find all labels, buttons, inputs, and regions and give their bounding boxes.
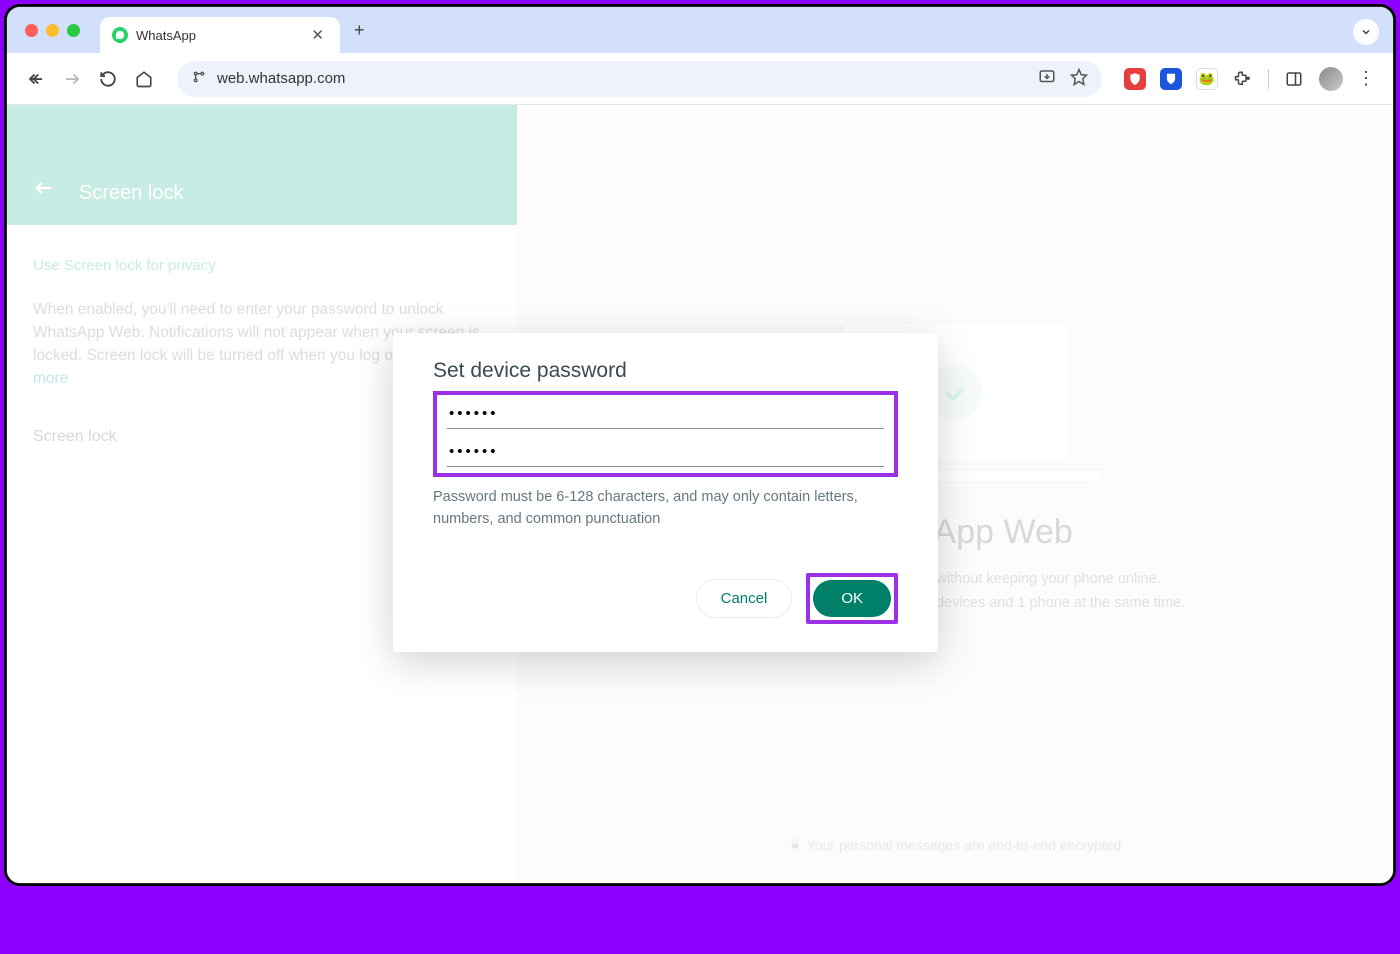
reload-button[interactable] xyxy=(97,68,119,90)
window-controls xyxy=(25,7,100,53)
address-bar[interactable]: web.whatsapp.com xyxy=(177,61,1102,97)
extension-icons: 🐸 ⋮ xyxy=(1124,67,1375,91)
close-tab-button[interactable]: ✕ xyxy=(307,26,328,44)
side-panel-icon[interactable] xyxy=(1283,68,1305,90)
bookmark-star-icon[interactable] xyxy=(1070,68,1088,90)
toolbar-separator xyxy=(1268,69,1269,89)
whatsapp-favicon-icon xyxy=(112,27,128,43)
browser-tab[interactable]: WhatsApp ✕ xyxy=(100,17,340,53)
minimize-window-button[interactable] xyxy=(46,24,59,37)
back-button[interactable] xyxy=(25,68,47,90)
browser-toolbar: web.whatsapp.com 🐸 xyxy=(7,53,1393,105)
tab-title: WhatsApp xyxy=(136,28,196,43)
cancel-button[interactable]: Cancel xyxy=(696,579,793,618)
new-tab-button[interactable]: + xyxy=(340,20,379,41)
home-button[interactable] xyxy=(133,68,155,90)
profile-avatar[interactable] xyxy=(1319,67,1343,91)
ok-button[interactable]: OK xyxy=(813,580,891,617)
extension-frog-icon[interactable]: 🐸 xyxy=(1196,68,1218,90)
extensions-menu-icon[interactable] xyxy=(1232,68,1254,90)
dialog-actions: Cancel OK xyxy=(433,573,898,624)
password-requirement-text: Password must be 6-128 characters, and m… xyxy=(433,487,898,531)
set-password-dialog: Set device password Password must be 6-1… xyxy=(393,333,938,652)
close-window-button[interactable] xyxy=(25,24,38,37)
tab-strip: WhatsApp ✕ + xyxy=(7,7,1393,53)
password-fields-highlight xyxy=(433,391,898,477)
install-app-icon[interactable] xyxy=(1038,68,1056,90)
page-content: Screen lock Use Screen lock for privacy … xyxy=(7,105,1393,883)
confirm-password-input[interactable] xyxy=(447,437,884,467)
dialog-title: Set device password xyxy=(433,359,898,383)
url-text: web.whatsapp.com xyxy=(217,70,1028,87)
forward-button[interactable] xyxy=(61,68,83,90)
site-info-icon[interactable] xyxy=(191,69,207,88)
tab-overflow-button[interactable] xyxy=(1353,19,1379,45)
ok-button-highlight: OK xyxy=(806,573,898,624)
browser-window: WhatsApp ✕ + web.whatsapp.com xyxy=(6,6,1394,884)
extension-bitwarden-icon[interactable] xyxy=(1160,68,1182,90)
extension-ublock-icon[interactable] xyxy=(1124,68,1146,90)
password-input[interactable] xyxy=(447,399,884,429)
browser-menu-button[interactable]: ⋮ xyxy=(1357,68,1375,89)
maximize-window-button[interactable] xyxy=(67,24,80,37)
